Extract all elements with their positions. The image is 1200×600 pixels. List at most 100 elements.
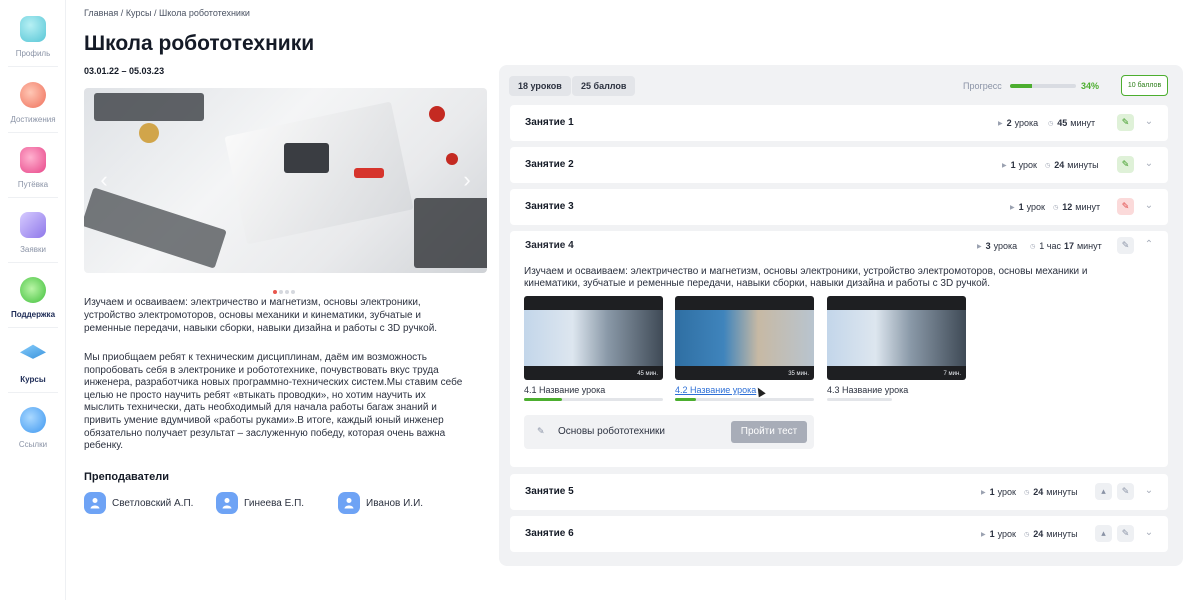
sidebar-item-achievements[interactable]: Достижения xyxy=(0,82,66,146)
course-description: Изучаем и осваиваем: электричество и маг… xyxy=(84,297,438,334)
lesson-title[interactable]: Занятие 5 xyxy=(525,486,574,497)
breadcrumb-separator: / xyxy=(120,8,124,18)
robot-image xyxy=(354,168,384,178)
links-icon xyxy=(20,407,46,433)
sidebar-item-links[interactable]: Ссылки xyxy=(0,407,66,471)
graduation-cap-icon[interactable]: ▴ xyxy=(1095,525,1112,542)
video-title[interactable]: 4.3 Название урока xyxy=(827,385,908,395)
robot-image xyxy=(84,187,227,269)
carousel-next-button[interactable]: › xyxy=(457,168,477,192)
video-title[interactable]: 4.1 Название урока xyxy=(524,385,605,395)
carousel-prev-button[interactable]: ‹ xyxy=(94,168,114,192)
edit-icon[interactable]: ✎ xyxy=(1117,525,1134,542)
robot-image xyxy=(94,93,204,121)
video-title-link[interactable]: 4.2 Название урока xyxy=(675,385,756,395)
sidebar-item-voucher[interactable]: Путёвка xyxy=(0,147,66,211)
progress-fill xyxy=(1010,84,1033,88)
play-icon: ▶ xyxy=(977,243,982,250)
lesson-row[interactable]: Занятие 3 ▶ 1 урок ◷ 12 минут ✎ ⌄ xyxy=(510,189,1168,225)
score-button[interactable]: 10 баллов xyxy=(1121,75,1168,96)
sidebar-item-courses[interactable]: Курсы xyxy=(0,342,66,406)
teacher-item[interactable]: Иванов И.И. xyxy=(338,492,423,514)
video-duration: 45 мин. xyxy=(637,371,658,377)
lesson-count: ▶ 1 урок xyxy=(1010,202,1045,212)
chevron-down-icon[interactable]: ⌄ xyxy=(1143,200,1155,212)
video-thumbnail[interactable]: 35 мин. xyxy=(675,296,814,380)
video-progress-bar xyxy=(827,398,892,401)
lesson-title[interactable]: Занятие 4 xyxy=(525,240,574,251)
progress-label: Прогресс xyxy=(963,81,1002,91)
sidebar-item-requests[interactable]: Заявки xyxy=(0,212,66,276)
play-icon: ▶ xyxy=(1002,162,1007,169)
carousel-dot[interactable] xyxy=(279,290,283,294)
lesson-row[interactable]: Занятие 6 ▶ 1 урок ◷ 24 минуты ▴ ✎ ⌄ xyxy=(510,516,1168,552)
teacher-name: Иванов И.И. xyxy=(366,497,424,509)
chevron-down-icon[interactable]: ⌄ xyxy=(1143,158,1155,170)
lesson-row[interactable]: Занятие 1 ▶ 2 урока ◷ 45 минут ✎ ⌄ xyxy=(510,105,1168,141)
edit-icon[interactable]: ✎ xyxy=(1117,483,1134,500)
graduation-cap-icon[interactable]: ▴ xyxy=(1095,483,1112,500)
divider xyxy=(8,197,58,198)
sidebar-item-label: Путёвка xyxy=(17,180,49,189)
take-test-button[interactable]: Пройти тест xyxy=(731,421,807,443)
chevron-up-icon[interactable]: ⌃ xyxy=(1143,239,1155,251)
course-dates: 03.01.22 – 05.03.23 xyxy=(84,66,165,76)
breadcrumb-current: Школа робототехники xyxy=(158,8,250,18)
divider xyxy=(8,66,58,67)
voucher-icon xyxy=(20,147,46,173)
carousel-dot[interactable] xyxy=(273,290,277,294)
lesson-title[interactable]: Занятие 3 xyxy=(525,201,574,212)
breadcrumb-separator: / xyxy=(153,8,157,18)
clock-icon: ◷ xyxy=(1024,489,1030,496)
edit-icon[interactable]: ✎ xyxy=(1117,156,1134,173)
video-thumbnail[interactable]: 45 мин. xyxy=(524,296,663,380)
chevron-down-icon[interactable]: ⌄ xyxy=(1143,485,1155,497)
sidebar-item-label: Профиль xyxy=(15,49,51,58)
sidebar-item-label: Достижения xyxy=(10,115,56,124)
sidebar-item-support[interactable]: Поддержка xyxy=(0,277,66,341)
lesson-title[interactable]: Занятие 6 xyxy=(525,528,574,539)
play-icon: ▶ xyxy=(998,120,1003,127)
lesson-count: ▶ 2 урока xyxy=(998,118,1039,128)
robot-image xyxy=(429,106,445,122)
courses-icon xyxy=(20,344,46,359)
lessons-count-chip: 18 уроков xyxy=(509,76,571,96)
breadcrumb-courses[interactable]: Курсы xyxy=(126,8,152,18)
lesson-row[interactable]: Занятие 5 ▶ 1 урок ◷ 24 минуты ▴ ✎ ⌄ xyxy=(510,474,1168,510)
clock-icon: ◷ xyxy=(1030,243,1036,250)
divider xyxy=(8,327,58,328)
avatar xyxy=(84,492,106,514)
video-thumbnail[interactable]: 7 мин. xyxy=(827,296,966,380)
breadcrumb: Главная / Курсы / Школа робототехники xyxy=(84,8,250,18)
clock-icon: ◷ xyxy=(1048,120,1054,127)
sidebar-item-label: Заявки xyxy=(20,245,46,254)
video-preview-image xyxy=(675,310,814,366)
edit-icon[interactable]: ✎ xyxy=(1117,237,1134,254)
breadcrumb-home[interactable]: Главная xyxy=(84,8,118,18)
lesson-title[interactable]: Занятие 2 xyxy=(525,159,574,170)
teacher-item[interactable]: Светловский А.П. xyxy=(84,492,193,514)
sidebar-item-profile[interactable]: Профиль xyxy=(0,16,66,80)
lesson-count: ▶ 3 урока xyxy=(977,241,1018,251)
chevron-down-icon[interactable]: ⌄ xyxy=(1143,116,1155,128)
lesson-duration: ◷ 1 час 17 минут xyxy=(1030,241,1102,251)
chevron-down-icon[interactable]: ⌄ xyxy=(1143,527,1155,539)
page-title: Школа робототехники xyxy=(84,32,315,55)
lesson-duration: ◷ 24 минуты xyxy=(1045,160,1099,170)
lesson-row[interactable]: Занятие 2 ▶ 1 урок ◷ 24 минуты ✎ ⌄ xyxy=(510,147,1168,183)
robot-image xyxy=(224,101,414,245)
carousel-dot[interactable] xyxy=(285,290,289,294)
edit-icon[interactable]: ✎ xyxy=(1117,198,1134,215)
lessons-panel: 18 уроков 25 баллов Прогресс 34% 10 балл… xyxy=(499,65,1183,566)
achievements-icon xyxy=(20,82,46,108)
robot-image xyxy=(284,143,329,173)
lesson-row-expanded: Занятие 4 ▶ 3 урока ◷ 1 час 17 минут ✎ ⌃ Изуч… xyxy=(510,231,1168,467)
avatar xyxy=(216,492,238,514)
lesson-title[interactable]: Занятие 1 xyxy=(525,117,574,128)
test-title: Основы робототехники xyxy=(558,426,666,437)
carousel-dot[interactable] xyxy=(291,290,295,294)
teacher-item[interactable]: Гинеева Е.П. xyxy=(216,492,304,514)
divider xyxy=(8,262,58,263)
edit-icon[interactable]: ✎ xyxy=(1117,114,1134,131)
sidebar-item-label: Курсы xyxy=(20,375,46,384)
